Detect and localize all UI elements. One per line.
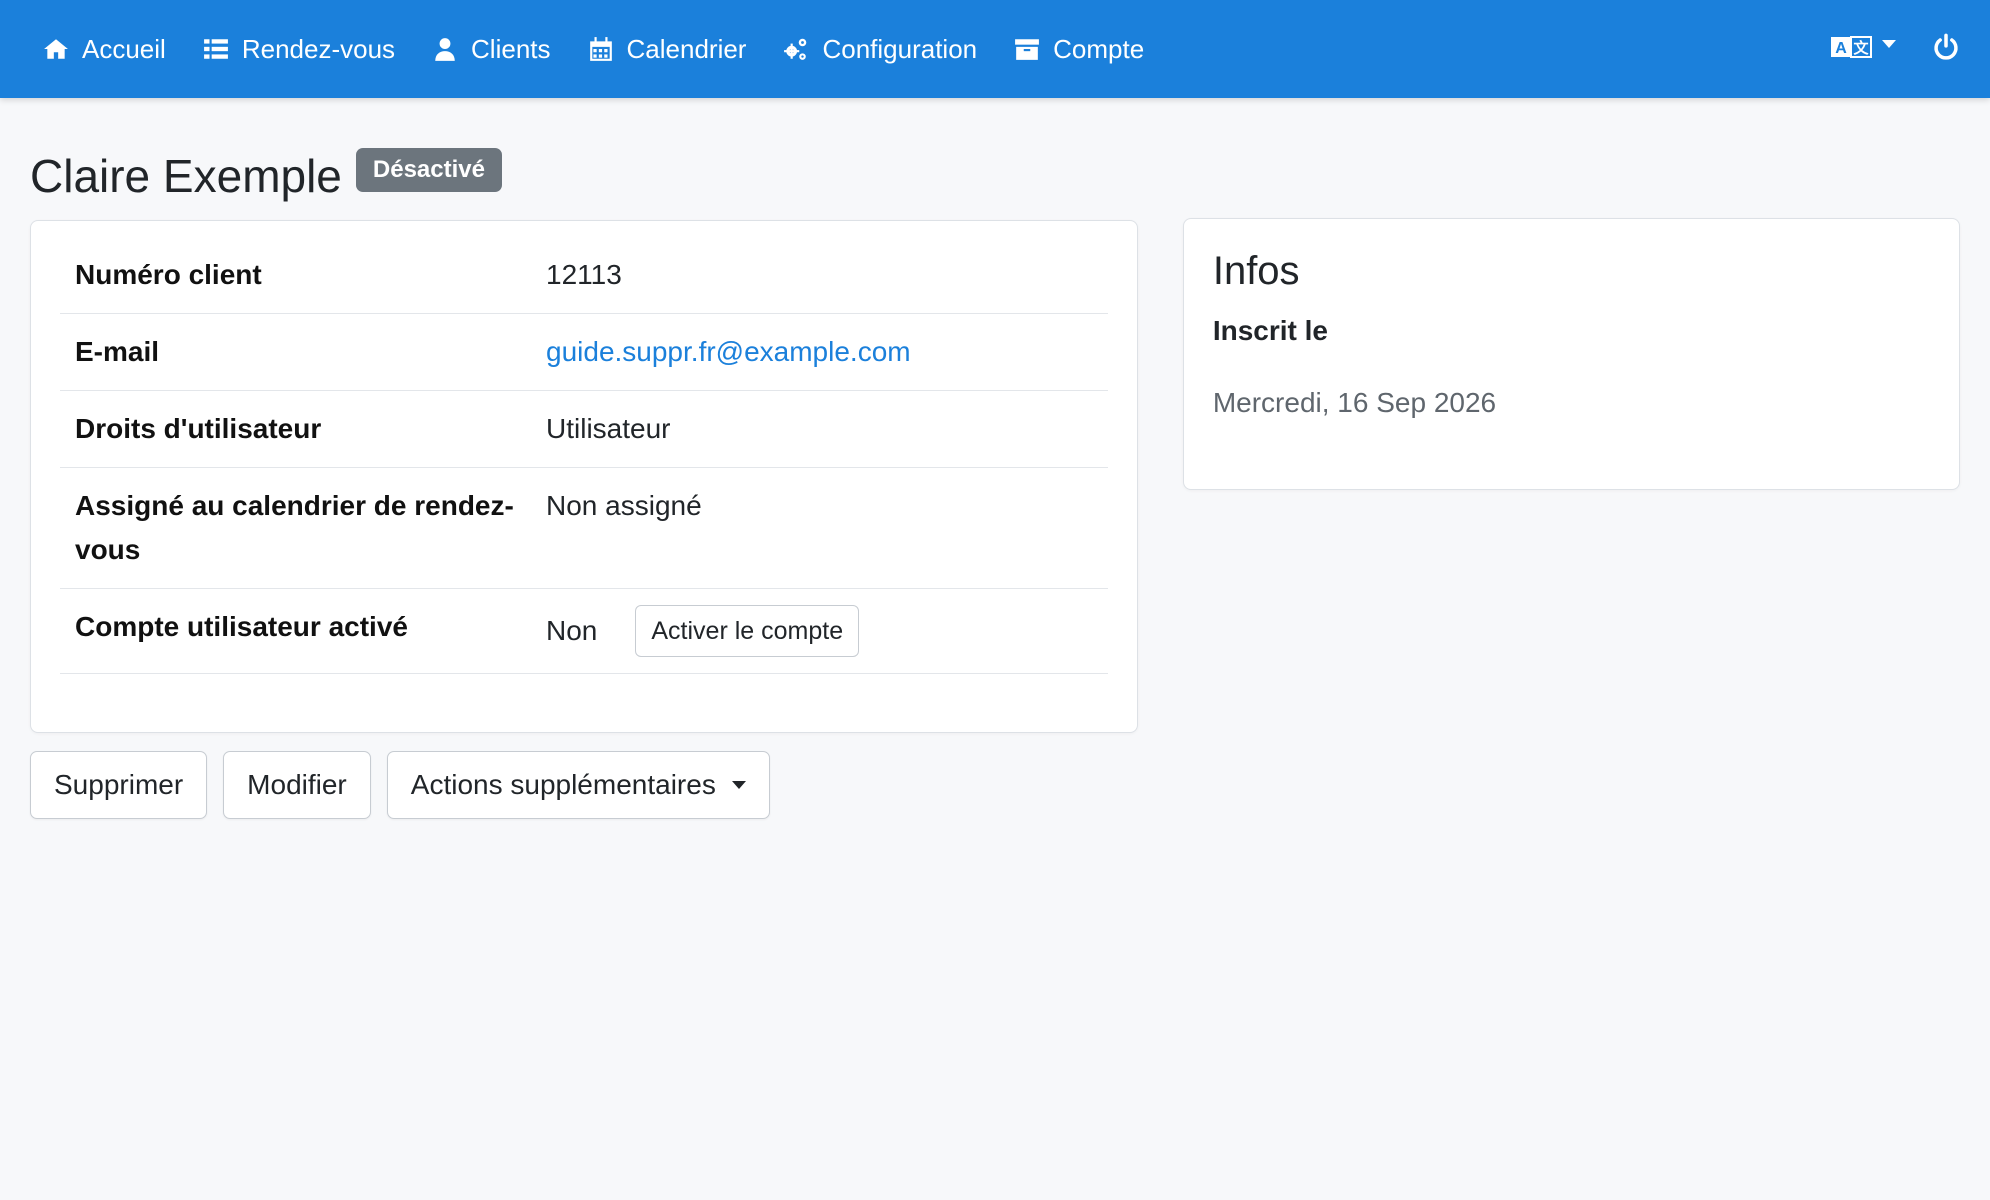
nav-item-label: Compte (1053, 33, 1145, 64)
logout-button[interactable] (1932, 33, 1960, 66)
chevron-down-icon (1882, 40, 1896, 48)
nav-item-rendez-vous[interactable]: Rendez-vous (202, 34, 395, 65)
customer-details-card: Numéro client 12113 E-mail guide.suppr.f… (30, 220, 1138, 733)
email-cell: guide.suppr.fr@example.com (531, 313, 1108, 391)
calendar-icon (587, 35, 615, 63)
more-actions-label: Actions supplémentaires (410, 769, 716, 800)
nav-menu: Accueil Rendez-vous Clients Calendrier C… (42, 34, 1830, 65)
nav-item-calendrier[interactable]: Calendrier (587, 33, 747, 65)
nav-item-label: Accueil (82, 33, 166, 64)
calendar-assignment-label: Assigné au calendrier de rendez-vous (60, 467, 531, 589)
account-activated-cell: Non Activer le compte (531, 588, 1108, 674)
edit-button[interactable]: Modifier (223, 751, 371, 819)
more-actions-dropdown[interactable]: Actions supplémentaires (386, 751, 770, 819)
nav-item-accueil[interactable]: Accueil (42, 34, 166, 65)
registered-date: Mercredi, 16 Sep 2026 (1212, 387, 1497, 418)
table-row: Assigné au calendrier de rendez-vous Non… (60, 467, 1108, 589)
nav-item-compte[interactable]: Compte (1013, 34, 1144, 65)
email-label: E-mail (60, 313, 531, 391)
table-row: E-mail guide.suppr.fr@example.com (60, 313, 1108, 391)
status-badge: Désactivé (355, 148, 502, 192)
table-row: Droits d'utilisateur Utilisateur (60, 390, 1108, 468)
nav-item-label: Clients (471, 33, 551, 64)
account-activated-group: Non Activer le compte (546, 605, 1093, 657)
left-column: Numéro client 12113 E-mail guide.suppr.f… (30, 220, 1138, 819)
page-header: Claire Exemple Désactivé (30, 148, 1960, 204)
cogs-icon (782, 35, 810, 63)
infos-title: Infos (1212, 249, 1300, 293)
infos-card: Infos Inscrit le Mercredi, 16 Sep 2026 (1182, 218, 1960, 490)
nav-right-tools: A 文 (1830, 33, 1960, 66)
table-row: Compte utilisateur activé Non Activer le… (60, 588, 1108, 674)
nav-item-label: Calendrier (626, 33, 747, 64)
home-icon (42, 35, 70, 63)
user-icon (431, 35, 459, 63)
power-icon (1932, 33, 1960, 66)
language-icon: A 文 (1830, 34, 1872, 65)
content-columns: Numéro client 12113 E-mail guide.suppr.f… (30, 218, 1960, 819)
right-column: Infos Inscrit le Mercredi, 16 Sep 2026 (1182, 218, 1960, 819)
page-title: Claire Exemple (30, 150, 342, 202)
customer-number-label: Numéro client (60, 237, 531, 314)
activate-account-button[interactable]: Activer le compte (635, 605, 860, 657)
archive-icon (1013, 35, 1041, 63)
svg-text:A: A (1835, 40, 1847, 57)
user-rights-value: Utilisateur (531, 390, 1108, 468)
nav-item-label: Rendez-vous (241, 33, 396, 64)
user-rights-label: Droits d'utilisateur (60, 390, 531, 468)
main-content: Claire Exemple Désactivé Numéro client 1… (0, 148, 1990, 819)
delete-button[interactable]: Supprimer (30, 751, 208, 819)
account-activated-value: Non (546, 615, 598, 646)
registered-label: Inscrit le (1212, 315, 1328, 346)
email-link[interactable]: guide.suppr.fr@example.com (546, 336, 911, 367)
language-dropdown[interactable]: A 文 (1830, 34, 1896, 65)
nav-item-clients[interactable]: Clients (431, 33, 551, 65)
actions-toolbar: Supprimer Modifier Actions supplémentair… (30, 751, 1138, 819)
svg-text:文: 文 (1853, 39, 1869, 57)
customer-details-table: Numéro client 12113 E-mail guide.suppr.f… (60, 237, 1108, 674)
list-icon (202, 35, 230, 63)
top-navbar: Accueil Rendez-vous Clients Calendrier C… (0, 0, 1990, 98)
nav-item-configuration[interactable]: Configuration (782, 34, 977, 65)
account-activated-label: Compte utilisateur activé (60, 588, 531, 674)
nav-item-label: Configuration (822, 33, 978, 64)
customer-number-value: 12113 (531, 237, 1108, 314)
calendar-assignment-value: Non assigné (531, 467, 1108, 589)
table-row: Numéro client 12113 (60, 237, 1108, 314)
chevron-down-icon (731, 781, 746, 789)
